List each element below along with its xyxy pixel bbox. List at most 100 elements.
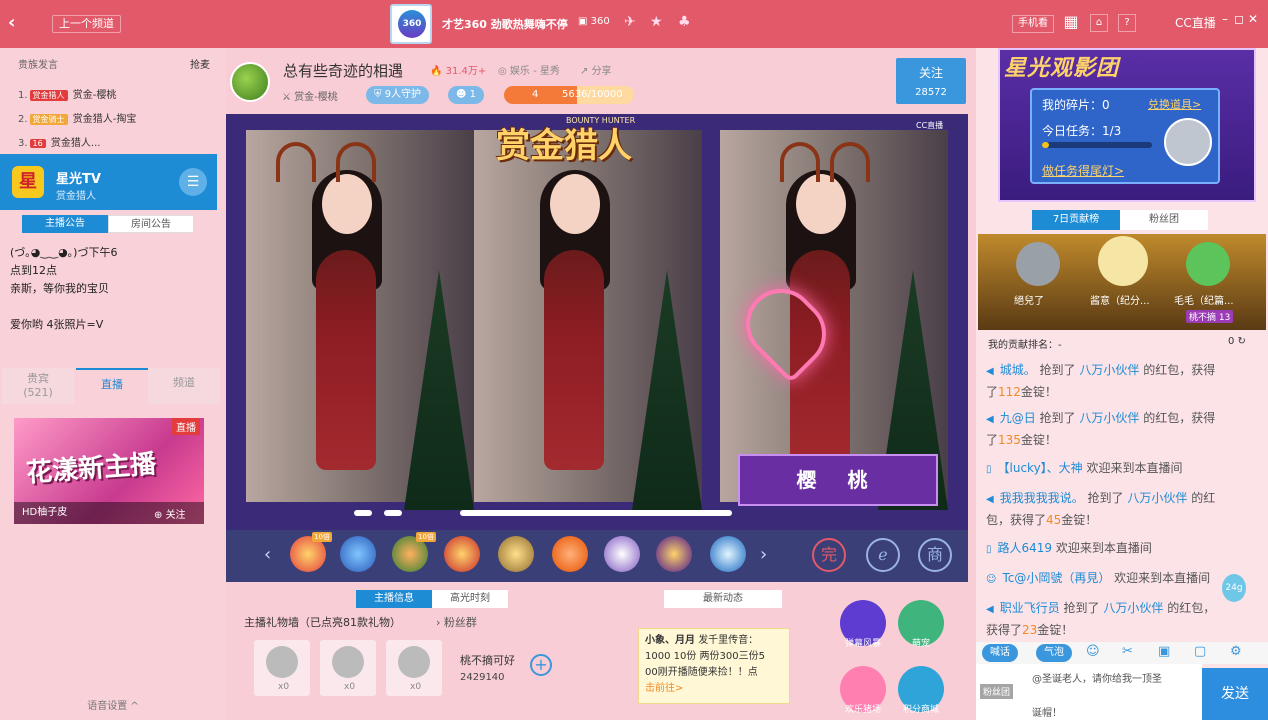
gift-item[interactable] xyxy=(444,536,480,572)
tab-vip-count: (521) xyxy=(23,386,53,399)
help-icon[interactable]: ? xyxy=(1118,14,1136,32)
category[interactable]: ◎ 娱乐 - 星秀 xyxy=(498,62,560,77)
rank-row[interactable]: 3. 16 赏金猎人... xyxy=(18,134,100,149)
grid-icon[interactable]: ▦ xyxy=(1062,14,1080,32)
chevron-left-icon[interactable]: ‹ xyxy=(264,544,271,565)
slide-dot[interactable] xyxy=(384,510,402,516)
gift-item[interactable] xyxy=(710,536,746,572)
tab-vip[interactable]: 贵宾 (521) xyxy=(2,368,74,404)
share-button[interactable]: ↗ 分享 xyxy=(580,62,612,77)
tab-anchor-announce[interactable]: 主播公告 xyxy=(22,215,108,233)
chat-text: 抢到了 xyxy=(1059,601,1104,615)
scissors-icon[interactable]: ✂ xyxy=(1122,644,1133,659)
maximize-icon[interactable]: ◻ xyxy=(1234,12,1244,26)
chat-text: 抢到了 xyxy=(1083,491,1128,505)
event-banner[interactable]: 星光观影团 我的碎片：0 兑换道具> 今日任务：1/3 做任务得尾灯> xyxy=(998,48,1256,202)
chat-link[interactable]: 八万小伙伴 xyxy=(1079,411,1139,425)
chat-message: ▯ 【lucky】、大神 欢迎来到本直播间 xyxy=(986,458,1218,480)
channel-card[interactable]: 星 星光TV 赏金猎人 ☰ xyxy=(0,154,217,210)
star-logo-icon: 星 xyxy=(12,166,44,198)
podium-avatar[interactable] xyxy=(1016,242,1060,286)
tab-channel[interactable]: 频道 xyxy=(148,368,220,404)
phone-icon: ▯ xyxy=(986,464,992,475)
chevron-right-icon[interactable]: › xyxy=(760,544,767,565)
chat-user[interactable]: 职业飞行员 xyxy=(1000,601,1060,615)
chat-link[interactable]: 八万小伙伴 xyxy=(1079,363,1139,377)
gift-item[interactable] xyxy=(340,536,376,572)
channel-title: 才艺360 劲歌热舞嗨不停 xyxy=(442,18,568,31)
slide-dot[interactable] xyxy=(354,510,372,516)
chat-user[interactable]: 路人6419 xyxy=(998,541,1053,555)
notice-link[interactable]: 击前往> xyxy=(645,681,783,697)
fans-group-link[interactable]: › 粉丝群 xyxy=(436,614,477,630)
rank-tag: 赏金骑士 xyxy=(29,114,68,125)
chat-input[interactable]: 粉丝团 @圣诞老人，请你给我一顶圣 诞帽！ xyxy=(976,664,1202,720)
minimize-icon[interactable]: – xyxy=(1222,12,1228,26)
tab-weekly-rank[interactable]: 7日贡献榜 xyxy=(1032,210,1120,230)
banner-title: 星光观影团 xyxy=(1004,56,1120,81)
lock-icon[interactable]: ▢ xyxy=(1194,644,1206,659)
gift-item[interactable] xyxy=(656,536,692,572)
promo-follow-button[interactable]: ⊕ 关注 xyxy=(154,506,186,521)
bubble-button[interactable]: 气泡 xyxy=(1036,644,1072,662)
fans-pill[interactable]: ☻ 1 xyxy=(448,86,484,104)
gift-item[interactable] xyxy=(552,536,588,572)
podium-avatar[interactable] xyxy=(1186,242,1230,286)
tab-highlights[interactable]: 高光时刻 xyxy=(432,590,508,608)
promo-card[interactable]: 花漾新主播 直播 HD柚子皮 ⊕ 关注 xyxy=(14,418,204,524)
shout-button[interactable]: 喊话 xyxy=(982,644,1018,662)
tab-anchor-info[interactable]: 主播信息 xyxy=(356,590,432,608)
chat-text: 的红包， xyxy=(1163,601,1216,615)
gift-item[interactable] xyxy=(498,536,534,572)
prev-channel-button[interactable]: 上一个频道 xyxy=(52,15,121,33)
wall-gift[interactable]: x0 xyxy=(386,640,442,696)
tab-live[interactable]: 直播 xyxy=(76,368,148,404)
chat-user[interactable]: 城城。 xyxy=(1000,363,1036,377)
notice-card[interactable]: 小象、月月 发千里传音： 1000 10份 两份300三份5 00刚开播随便来捡… xyxy=(638,628,790,704)
plus-icon[interactable]: + xyxy=(530,654,552,676)
send-button[interactable]: 发送 xyxy=(1202,668,1268,720)
menu-icon[interactable]: ☰ xyxy=(179,168,207,196)
tab-fan-club[interactable]: 粉丝团 xyxy=(1120,210,1208,230)
rank-row[interactable]: 2. 赏金骑士 赏金猎人-掏宝 xyxy=(18,110,136,125)
image-icon[interactable]: ▣ xyxy=(1158,644,1170,659)
tab-news[interactable]: 最新动态 xyxy=(664,590,782,608)
figure-dress xyxy=(316,250,376,470)
complete-icon[interactable]: 完 xyxy=(812,538,846,572)
chat-link[interactable]: 八万小伙伴 xyxy=(1127,491,1187,505)
chat-user[interactable]: 我我我我我说。 xyxy=(1000,491,1084,505)
emoji-icon[interactable]: ☺ xyxy=(1086,644,1100,659)
fans-count: 1 xyxy=(469,89,476,100)
star-icon[interactable]: ★ xyxy=(650,14,663,30)
back-icon[interactable]: ‹ xyxy=(8,12,15,33)
rank-row[interactable]: 1. 赏金猎人 赏金-樱桃 xyxy=(18,86,116,101)
bookmark-icon[interactable]: ⌂ xyxy=(1090,14,1108,32)
video-player[interactable]: 赏金猎人 BOUNTY HUNTER CC直播 樱 桃 xyxy=(226,114,968,530)
exchange-link[interactable]: 兑换道具> xyxy=(1148,96,1201,112)
snow-badge[interactable]: 24g xyxy=(1222,574,1246,602)
slide-progress[interactable] xyxy=(460,510,732,516)
phone-watch-button[interactable]: 手机看 xyxy=(1012,15,1054,33)
settings-icon[interactable]: ⚙ xyxy=(1230,644,1242,659)
podium-avatar[interactable] xyxy=(1098,236,1148,286)
grab-mic-button[interactable]: 抢麦 xyxy=(190,56,210,71)
shop-icon[interactable]: 商 xyxy=(918,538,952,572)
close-icon[interactable]: ✕ xyxy=(1248,12,1258,26)
wall-gift[interactable]: x0 xyxy=(254,640,310,696)
chat-user[interactable]: 【lucky】、大神 xyxy=(998,461,1083,475)
plane-icon[interactable]: ✈ xyxy=(624,14,636,30)
tab-room-announce[interactable]: 房间公告 xyxy=(108,215,194,233)
chat-user[interactable]: 九@日 xyxy=(1000,411,1036,425)
avatar[interactable] xyxy=(230,62,270,102)
gift-item[interactable] xyxy=(604,536,640,572)
chat-link[interactable]: 八万小伙伴 xyxy=(1103,601,1163,615)
follow-button[interactable]: 关注 28572 xyxy=(896,58,966,104)
bag-icon[interactable]: ℯ xyxy=(866,538,900,572)
voice-settings[interactable]: 语音设置 ^ xyxy=(0,696,226,720)
users-icon[interactable]: ♣ xyxy=(678,14,691,30)
task-link[interactable]: 做任务得尾灯> xyxy=(1042,162,1124,179)
wall-gift[interactable]: x0 xyxy=(320,640,376,696)
chat-user[interactable]: Tc@小岡號（再見） xyxy=(1002,571,1110,585)
chat-text: 金锭！ xyxy=(1020,433,1057,447)
guards-pill[interactable]: ⛨ 9人守护 xyxy=(366,86,430,104)
